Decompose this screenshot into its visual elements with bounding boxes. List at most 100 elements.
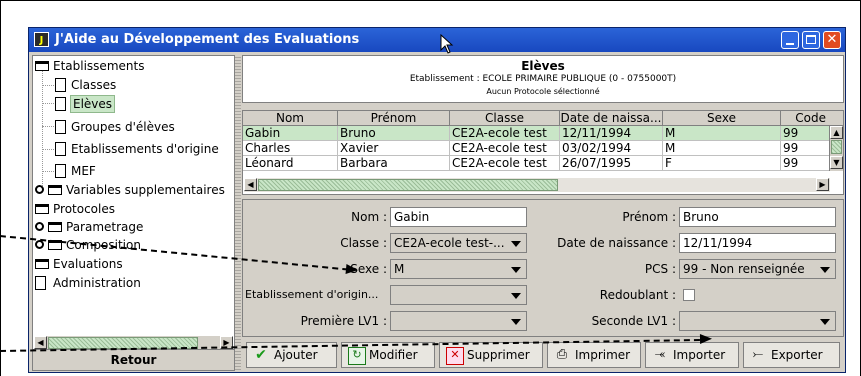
pcs-select[interactable]: 99 - Non renseignée: [679, 259, 836, 279]
table-vertical-scrollbar[interactable]: ▲ ▼: [829, 126, 843, 171]
expand-key-icon[interactable]: [35, 222, 44, 231]
tree-item-label: Elèves: [70, 95, 116, 113]
mouse-cursor-icon: [440, 34, 454, 54]
classe-select-value: CE2A-ecole test-...: [394, 236, 505, 250]
cell-date: 03/02/1994: [560, 141, 663, 156]
tree-item-label: Variables supplementaires: [66, 183, 225, 197]
etablissement-text: Etablissement : ECOLE PRIMAIRE PUBLIQUE …: [409, 74, 677, 84]
cell-prenom: Bruno: [338, 126, 450, 141]
cell-nom: Gabin: [243, 126, 338, 141]
tree-connector: [42, 126, 54, 127]
cell-nom: Léonard: [243, 156, 338, 171]
date-naissance-label: Date de naissance :: [557, 236, 676, 250]
close-button[interactable]: ✕: [823, 31, 841, 49]
chevron-down-icon: [820, 267, 830, 273]
scroll-right-icon[interactable]: ▶: [816, 178, 829, 191]
modifier-label: Modifier: [369, 348, 418, 362]
date-naissance-field[interactable]: 12/11/1994: [679, 233, 836, 253]
column-header-classe[interactable]: Classe: [450, 111, 560, 126]
cell-prenom: Xavier: [338, 141, 450, 156]
scroll-up-icon[interactable]: ▲: [830, 126, 843, 139]
cell-sexe: M: [663, 126, 781, 141]
chevron-down-icon: [511, 241, 521, 247]
app-window: J J'Aide au Développement des Evaluation…: [28, 27, 846, 373]
title-bar[interactable]: J J'Aide au Développement des Evaluation…: [29, 28, 845, 52]
seconde-lv1-select[interactable]: [679, 311, 836, 331]
scroll-down-icon[interactable]: ▼: [830, 156, 843, 169]
sexe-select-value: M: [394, 262, 405, 276]
scroll-thumb[interactable]: [831, 140, 842, 154]
etablissement-origine-select[interactable]: [390, 285, 527, 305]
supprimer-button[interactable]: ✕ Supprimer: [439, 342, 543, 368]
edit-icon: ↻: [348, 347, 366, 365]
redoublant-label: Redoublant :: [599, 288, 676, 302]
redoublant-checkbox[interactable]: [683, 289, 695, 301]
exporter-label: Exporter: [771, 348, 823, 362]
navigation-tree: Etablissements Classes Elèves Groupes d'…: [32, 55, 235, 371]
pcs-label: PCS :: [644, 262, 676, 276]
classe-label: Classe :: [340, 236, 387, 250]
annotation-arrowhead: [345, 264, 359, 276]
window-title: J'Aide au Développement des Evaluations: [55, 32, 360, 47]
close-icon: ✕: [826, 32, 838, 47]
expand-key-icon[interactable]: [35, 240, 44, 249]
cell-classe: CE2A-ecole test: [450, 141, 560, 156]
column-header-sexe[interactable]: Sexe: [663, 111, 781, 126]
minimize-icon: [786, 43, 794, 45]
document-icon: [55, 97, 66, 111]
delete-icon: ✕: [446, 347, 464, 365]
nom-field[interactable]: Gabin: [390, 207, 527, 227]
sexe-select[interactable]: M: [390, 259, 527, 279]
maximize-icon: [806, 35, 816, 44]
imprimer-button[interactable]: ⎙ Imprimer: [547, 342, 641, 368]
tree-item-label: MEF: [71, 164, 96, 178]
printer-icon: ⎙: [556, 347, 568, 362]
column-header-date[interactable]: Date de naissa...: [560, 111, 663, 126]
tree-connector: [42, 171, 54, 172]
retour-button[interactable]: Retour: [32, 349, 235, 371]
frame-left-line: [0, 0, 1, 376]
panel-title: Elèves: [521, 59, 565, 73]
tree-item-label: Evaluations: [53, 257, 123, 271]
chevron-down-icon: [511, 267, 521, 273]
column-header-nom[interactable]: Nom: [243, 111, 338, 126]
expand-key-icon[interactable]: [35, 185, 44, 194]
minimize-button[interactable]: [781, 31, 799, 49]
chevron-down-icon: [820, 319, 830, 325]
importer-button[interactable]: ⤛ Importer: [645, 342, 739, 368]
folder-icon: [35, 61, 49, 71]
maximize-button[interactable]: [802, 31, 820, 49]
app-icon: J: [34, 32, 49, 47]
cell-date: 12/11/1994: [560, 126, 663, 141]
document-icon: [55, 142, 66, 156]
premiere-lv1-label: Première LV1 :: [300, 314, 387, 328]
eleves-table: Nom Prénom Classe Date de naissa... Sexe…: [242, 110, 844, 195]
tree-item-label: Etablissements: [53, 59, 145, 73]
tree-item-label: Classes: [71, 78, 117, 92]
cell-prenom: Barbara: [338, 156, 450, 171]
cell-sexe: M: [663, 141, 781, 156]
pane-splitter[interactable]: [235, 55, 241, 371]
protocole-text: Aucun Protocole sélectionné: [486, 87, 600, 96]
table-horizontal-scrollbar[interactable]: ◀ ▶: [244, 178, 830, 192]
scroll-left-icon[interactable]: ◀: [34, 336, 47, 349]
column-header-prenom[interactable]: Prénom: [338, 111, 450, 126]
classe-select[interactable]: CE2A-ecole test-...: [390, 233, 527, 253]
exporter-button[interactable]: ⤚ Exporter: [743, 342, 840, 368]
pcs-select-value: 99 - Non renseignée: [683, 262, 805, 276]
column-header-code[interactable]: Code: [781, 111, 843, 126]
cell-date: 26/07/1995: [560, 156, 663, 171]
chevron-down-icon: [511, 293, 521, 299]
document-icon: [35, 276, 46, 290]
scroll-left-icon[interactable]: ◀: [244, 178, 257, 191]
scroll-thumb[interactable]: [258, 179, 558, 191]
folder-icon: [48, 185, 62, 195]
folder-icon: [35, 204, 49, 214]
supprimer-label: Supprimer: [467, 348, 530, 362]
tree-connector: [42, 70, 43, 190]
eleves-header-panel: Elèves Etablissement : ECOLE PRIMAIRE PU…: [242, 55, 844, 103]
cell-code: 99: [781, 156, 831, 171]
cell-nom: Charles: [243, 141, 338, 156]
prenom-field[interactable]: Bruno: [679, 207, 836, 227]
premiere-lv1-select[interactable]: [390, 311, 527, 331]
